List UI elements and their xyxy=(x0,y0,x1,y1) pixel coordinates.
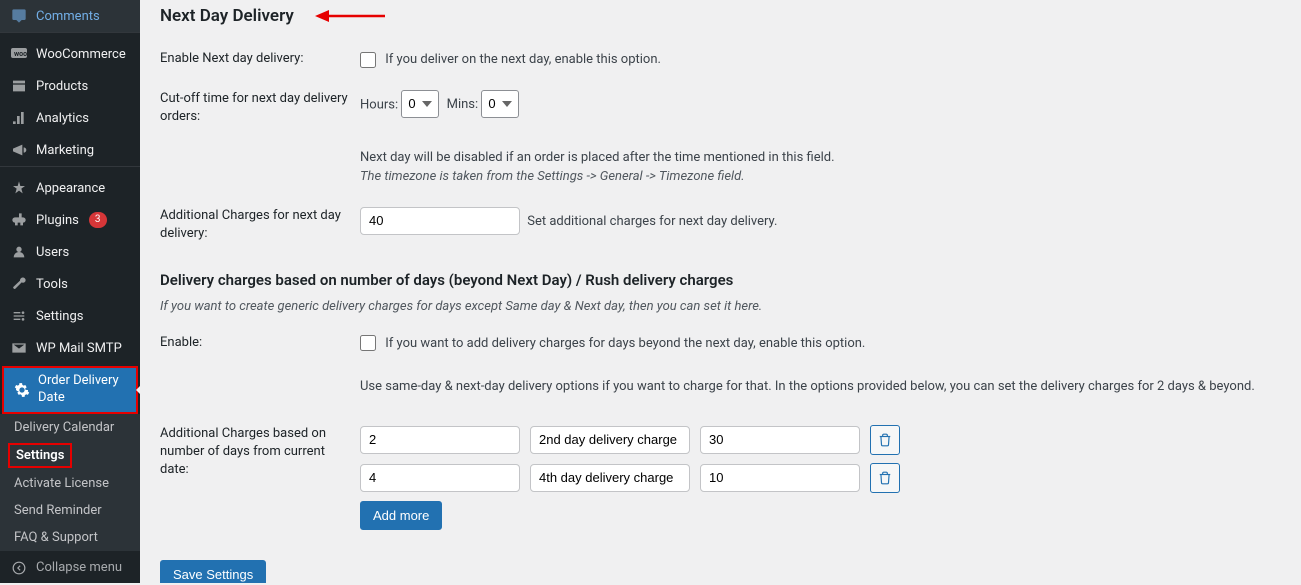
add-more-button[interactable]: Add more xyxy=(360,501,442,530)
mail-icon xyxy=(10,339,28,357)
delete-row-button[interactable] xyxy=(870,463,900,493)
charges-days-input[interactable] xyxy=(360,426,520,454)
mins-label: Mins: xyxy=(447,97,479,112)
collapse-menu[interactable]: Collapse menu xyxy=(0,551,140,585)
main-content: Next Day Delivery Enable Next day delive… xyxy=(140,0,1301,583)
sidebar-item-comments[interactable]: Comments xyxy=(0,0,140,32)
woo-icon: woo xyxy=(10,45,28,63)
delete-row-button[interactable] xyxy=(870,425,900,455)
cutoff-desc: Next day will be disabled if an order is… xyxy=(360,148,1281,168)
sidebar-item-label: Tools xyxy=(36,277,68,292)
gear-icon xyxy=(14,381,30,399)
sidebar-item-label: Marketing xyxy=(36,143,94,158)
cutoff-mins-select[interactable]: 0 xyxy=(481,90,519,118)
marketing-icon xyxy=(10,141,28,159)
cutoff-note: The timezone is taken from the Settings … xyxy=(360,169,745,184)
additional-charges-desc: Set additional charges for next day deli… xyxy=(527,214,777,229)
charges-amount-input[interactable] xyxy=(700,426,860,454)
sub-send-reminder[interactable]: Send Reminder xyxy=(0,497,140,524)
charges-row xyxy=(360,425,1281,455)
sidebar-item-label: Products xyxy=(36,79,88,94)
charges-label-input[interactable] xyxy=(530,426,690,454)
plugins-badge: 3 xyxy=(89,212,107,228)
sidebar-item-label: WooCommerce xyxy=(36,47,126,62)
save-settings-button[interactable]: Save Settings xyxy=(160,560,266,583)
rush-section-subtitle: If you want to create generic delivery c… xyxy=(160,299,1281,314)
sidebar-item-wpmail[interactable]: WP Mail SMTP xyxy=(0,332,140,364)
sidebar-item-order-delivery[interactable]: Order Delivery Date xyxy=(4,368,136,412)
enable-nextday-checkbox[interactable] xyxy=(360,52,376,68)
sidebar-item-products[interactable]: Products xyxy=(0,70,140,102)
comments-icon xyxy=(10,7,28,25)
sidebar-item-label: Analytics xyxy=(36,111,89,126)
settings-icon xyxy=(10,307,28,325)
cutoff-label: Cut-off time for next day delivery order… xyxy=(160,90,360,126)
additional-charges-input[interactable] xyxy=(360,207,520,235)
sidebar-item-label: Settings xyxy=(36,309,83,324)
rush-enable-label: Enable: xyxy=(160,334,360,352)
sidebar-item-label: Comments xyxy=(36,9,100,24)
sub-delivery-calendar[interactable]: Delivery Calendar xyxy=(0,414,140,441)
admin-sidebar: Comments woo WooCommerce Products Analyt… xyxy=(0,0,140,583)
charges-amount-input[interactable] xyxy=(700,464,860,492)
sub-settings[interactable]: Settings xyxy=(10,445,70,466)
users-icon xyxy=(10,243,28,261)
sidebar-item-woocommerce[interactable]: woo WooCommerce xyxy=(0,38,140,70)
charges-days-input[interactable] xyxy=(360,464,520,492)
plugins-icon xyxy=(10,211,28,229)
sidebar-item-label: Plugins xyxy=(36,213,79,228)
sidebar-item-tools[interactable]: Tools xyxy=(0,268,140,300)
sidebar-item-label: Appearance xyxy=(36,181,105,196)
collapse-icon xyxy=(10,559,28,577)
sidebar-item-appearance[interactable]: Appearance xyxy=(0,172,140,204)
svg-text:woo: woo xyxy=(14,50,27,58)
rush-section-title: Delivery charges based on number of days… xyxy=(160,271,1281,289)
highlight-box-order-delivery: Order Delivery Date xyxy=(2,366,138,414)
rush-enable-checkbox[interactable] xyxy=(360,335,376,351)
charges-row xyxy=(360,463,1281,493)
enable-nextday-desc: If you deliver on the next day, enable t… xyxy=(385,52,661,67)
rush-enable-note: Use same-day & next-day delivery options… xyxy=(360,377,1281,397)
highlight-box-settings: Settings xyxy=(8,443,72,468)
cutoff-hours-select[interactable]: 0 xyxy=(401,90,439,118)
charges-label-input[interactable] xyxy=(530,464,690,492)
charges-days-label: Additional Charges based on number of da… xyxy=(160,425,360,480)
trash-icon xyxy=(878,433,892,447)
appearance-icon xyxy=(10,179,28,197)
section-title-next-day: Next Day Delivery xyxy=(160,6,294,26)
sidebar-item-users[interactable]: Users xyxy=(0,236,140,268)
analytics-icon xyxy=(10,109,28,127)
sidebar-item-analytics[interactable]: Analytics xyxy=(0,102,140,134)
sidebar-item-label: WP Mail SMTP xyxy=(36,341,122,356)
additional-charges-label: Additional Charges for next day delivery… xyxy=(160,207,360,243)
sidebar-item-label: Users xyxy=(36,245,69,260)
hours-label: Hours: xyxy=(360,97,398,112)
sidebar-item-settings[interactable]: Settings xyxy=(0,300,140,332)
sub-faq-support[interactable]: FAQ & Support xyxy=(0,524,140,551)
sidebar-item-label: Order Delivery Date xyxy=(38,373,128,407)
sidebar-item-plugins[interactable]: Plugins 3 xyxy=(0,204,140,236)
rush-enable-desc: If you want to add delivery charges for … xyxy=(385,336,865,351)
sub-activate-license[interactable]: Activate License xyxy=(0,470,140,497)
trash-icon xyxy=(878,471,892,485)
arrow-annotation xyxy=(315,7,385,29)
sidebar-submenu: Delivery Calendar Settings Activate Lice… xyxy=(0,414,140,551)
tools-icon xyxy=(10,275,28,293)
products-icon xyxy=(10,77,28,95)
sidebar-item-marketing[interactable]: Marketing xyxy=(0,134,140,166)
enable-nextday-label: Enable Next day delivery: xyxy=(160,50,360,68)
